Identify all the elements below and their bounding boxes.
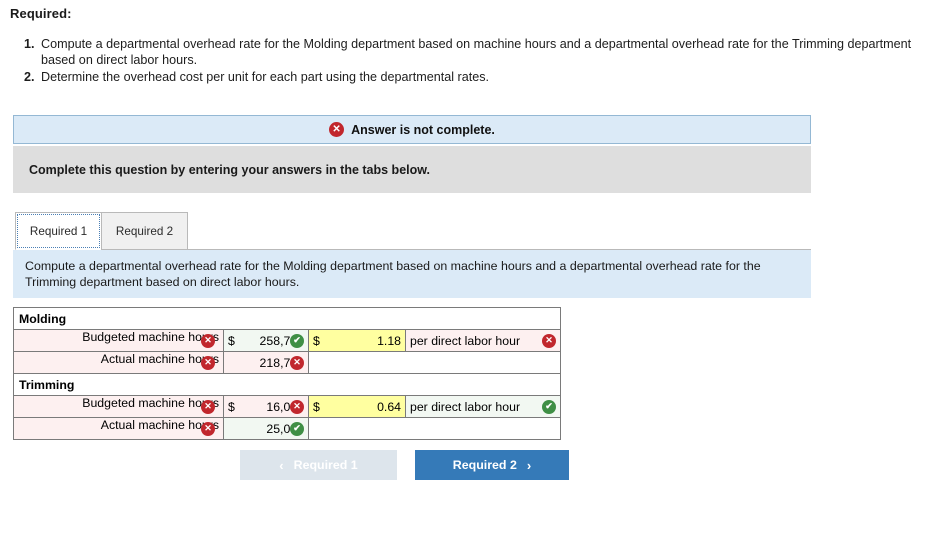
table-section-header-molding: Molding [13, 307, 561, 330]
empty-cell [308, 351, 561, 374]
status-x-icon: ✕ [542, 333, 556, 348]
rate-input-trimming[interactable]: $ 0.64 [308, 395, 406, 418]
table-row: Budgeted machine hours ✕ $ 16,000 ✕ $ 0.… [13, 395, 561, 418]
currency-symbol: $ [313, 333, 320, 348]
requirement-item-2: Determine the overhead cost per unit for… [38, 69, 920, 85]
currency-symbol: $ [228, 333, 235, 348]
status-x-icon: ✕ [201, 333, 215, 348]
table-row: Actual machine hours ✕ 25,000 ✔ [13, 417, 561, 440]
tab-required-1-label: Required 1 [29, 224, 88, 238]
next-button-label: Required 2 [452, 458, 517, 472]
tab-required-2-label: Required 2 [115, 224, 174, 238]
overhead-rate-table: Molding Budgeted machine hours ✕ $ 258,7… [13, 307, 561, 440]
question-prompt-text: Compute a departmental overhead rate for… [25, 259, 761, 289]
page-title: Required: [10, 6, 72, 21]
status-x-icon: ✕ [201, 399, 215, 414]
rate-input-value: 1.18 [377, 333, 401, 348]
section-label-molding: Molding [13, 307, 561, 330]
rate-input-molding[interactable]: $ 1.18 [308, 329, 406, 352]
rate-input-value: 0.64 [377, 399, 401, 414]
rate-unit-cell-trimming[interactable]: per direct labor hour ✔ [405, 395, 561, 418]
budgeted-overhead-cell[interactable]: $ 16,000 ✕ [223, 395, 309, 418]
rate-unit-text: per direct labor hour [410, 333, 521, 348]
row-label-cell: Budgeted machine hours ✕ [13, 395, 224, 418]
requirements-list: Compute a departmental overhead rate for… [20, 36, 920, 86]
rate-unit-text: per direct labor hour [410, 399, 521, 414]
row-label-text: Budgeted machine hours [82, 396, 219, 411]
question-page: Required: Compute a departmental overhea… [0, 0, 938, 546]
rate-unit-cell-molding[interactable]: per direct labor hour ✕ [405, 329, 561, 352]
row-label-cell: Actual machine hours ✕ [13, 417, 224, 440]
status-x-icon: ✕ [290, 355, 304, 370]
tab-required-1[interactable]: Required 1 [15, 212, 102, 250]
currency-symbol: $ [228, 399, 235, 414]
tab-required-2[interactable]: Required 2 [101, 212, 188, 250]
requirement-item-1: Compute a departmental overhead rate for… [38, 36, 920, 68]
status-x-icon: ✕ [201, 355, 215, 370]
status-check-icon: ✔ [290, 333, 304, 348]
chevron-left-icon: ‹ [279, 457, 284, 473]
table-row: Budgeted machine hours ✕ $ 258,750 ✔ $ 1… [13, 329, 561, 352]
error-circle-x-icon: ✕ [329, 122, 345, 137]
budgeted-overhead-cell[interactable]: $ 258,750 ✔ [223, 329, 309, 352]
instruction-text: Complete this question by entering your … [29, 162, 430, 177]
row-label-cell: Actual machine hours ✕ [13, 351, 224, 374]
status-check-icon: ✔ [542, 399, 556, 414]
row-label-text: Budgeted machine hours [82, 330, 219, 345]
row-label-cell: Budgeted machine hours ✕ [13, 329, 224, 352]
currency-symbol: $ [313, 399, 320, 414]
section-label-trimming: Trimming [13, 373, 561, 396]
table-section-header-trimming: Trimming [13, 373, 561, 396]
prev-required-1-button[interactable]: ‹ Required 1 [240, 450, 397, 480]
answer-status-banner: ✕ Answer is not complete. [13, 115, 811, 144]
table-row: Actual machine hours ✕ 218,750 ✕ [13, 351, 561, 374]
chevron-right-icon: › [526, 457, 532, 473]
empty-cell [308, 417, 561, 440]
actual-hours-cell[interactable]: 25,000 ✔ [223, 417, 309, 440]
status-x-icon: ✕ [201, 421, 215, 436]
status-check-icon: ✔ [290, 421, 304, 436]
next-required-2-button[interactable]: Required 2 › [415, 450, 569, 480]
prev-button-label: Required 1 [293, 458, 358, 472]
tab-bar: Required 1 Required 2 [15, 211, 811, 250]
answer-status-text: Answer is not complete. [351, 122, 495, 137]
question-prompt: Compute a departmental overhead rate for… [13, 250, 811, 298]
actual-hours-cell[interactable]: 218,750 ✕ [223, 351, 309, 374]
instruction-strip: Complete this question by entering your … [13, 146, 811, 193]
tab-navigation: ‹ Required 1 Required 2 › [240, 450, 580, 480]
status-x-icon: ✕ [290, 399, 304, 414]
